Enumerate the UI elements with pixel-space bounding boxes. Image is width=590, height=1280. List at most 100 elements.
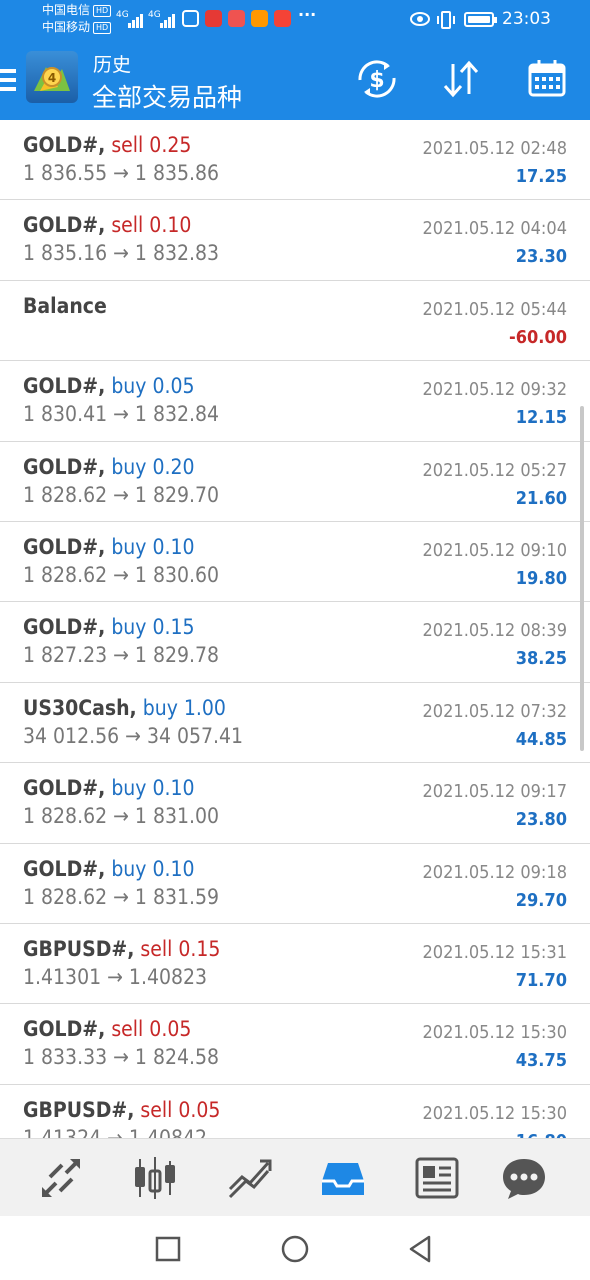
trade-row[interactable]: GBPUSD#, sell 0.15 1.41301 → 1.40823 2021.… <box>0 924 590 1005</box>
trade-direction: sell <box>140 1097 173 1122</box>
symbol-name: US30Cash, <box>23 695 137 720</box>
trade-prices: 1 828.62 → 1 830.60 <box>23 562 220 587</box>
trade-direction: buy <box>111 615 147 640</box>
trade-direction: buy <box>111 856 147 881</box>
book-app-icon <box>205 10 222 27</box>
trade-date: 2021.05.12 09:17 <box>422 781 568 803</box>
symbol-filter[interactable]: 全部交易品种 <box>92 78 242 114</box>
trade-profit: 71.70 <box>515 969 567 991</box>
trade-prices: 1 828.62 → 1 829.70 <box>23 482 220 507</box>
trade-row[interactable]: GOLD#, buy 0.15 1 827.23 → 1 829.78 2021.0… <box>0 602 590 683</box>
trade-side: buy 0.20 <box>105 455 194 479</box>
trade-row[interactable]: GOLD#, sell 0.05 1 833.33 → 1 824.58 2021.… <box>0 1004 590 1085</box>
trade-volume: 0.10 <box>152 856 195 881</box>
trade-profit: 16.80 <box>516 1131 567 1138</box>
carrier-2: 中国移动 <box>42 20 91 34</box>
chart-icon[interactable] <box>130 1153 180 1203</box>
calendar-icon[interactable] <box>524 56 570 102</box>
clock: 23:03 <box>502 9 551 29</box>
trade-side: sell 0.15 <box>134 937 220 961</box>
trade-row[interactable]: Balance 2021.05.12 05:44 -60.00 <box>0 281 590 362</box>
trade-side: sell 0.05 <box>134 1098 220 1122</box>
trade-symbol: GBPUSD#, sell 0.05 <box>23 1098 220 1122</box>
carrier-1: 中国电信 <box>42 3 91 17</box>
scrollbar[interactable] <box>580 406 584 751</box>
trade-profit: 29.70 <box>515 889 567 911</box>
symbol-name: GOLD#, <box>23 856 106 881</box>
trade-prices: 34 012.56 → 34 057.41 <box>23 723 244 748</box>
home-icon[interactable] <box>280 1234 310 1264</box>
trade-row[interactable]: GOLD#, buy 0.05 1 830.41 → 1 832.84 2021.0… <box>0 361 590 442</box>
hd-badge: HD <box>93 5 112 17</box>
trade-volume: 0.15 <box>152 615 195 640</box>
history-icon[interactable] <box>318 1153 368 1203</box>
trade-direction: buy <box>111 534 147 559</box>
eye-comfort-icon <box>410 12 430 26</box>
svg-text:4: 4 <box>48 71 56 85</box>
back-icon[interactable] <box>405 1234 435 1264</box>
trade-date: 2021.05.12 08:39 <box>422 620 568 642</box>
trade-side: buy 0.10 <box>105 776 194 800</box>
symbol-name: GOLD#, <box>23 534 106 559</box>
trade-date: 2021.05.12 04:04 <box>422 218 568 240</box>
currency-exchange-icon[interactable]: $ <box>354 56 400 102</box>
trade-row[interactable]: US30Cash, buy 1.00 34 012.56 → 34 057.41 2… <box>0 683 590 764</box>
sort-icon[interactable] <box>438 56 484 102</box>
trade-direction: sell <box>111 213 144 238</box>
trade-volume: 1.00 <box>183 695 226 720</box>
trade-date: 2021.05.12 05:27 <box>422 459 568 481</box>
trade-prices: 1 830.41 → 1 832.84 <box>23 402 220 427</box>
trade-prices: 1 828.62 → 1 831.59 <box>23 884 220 909</box>
trade-side: buy 0.10 <box>105 857 194 881</box>
hd-badge: HD <box>93 22 112 34</box>
metatrader-logo[interactable]: 4 <box>26 51 78 103</box>
trade-prices: 1 828.62 → 1 831.00 <box>23 804 220 829</box>
trade-date: 2021.05.12 09:10 <box>422 539 568 561</box>
trade-profit: 23.30 <box>515 246 567 268</box>
trade-side: sell 0.10 <box>105 213 191 237</box>
status-bar: 中国电信 HD 中国移动 HD 4G 4G ··· 23:03 <box>0 0 590 42</box>
carrier-info: 中国电信 HD 中国移动 HD <box>42 2 112 36</box>
recent-apps-icon[interactable] <box>153 1234 183 1264</box>
news-icon[interactable] <box>412 1153 462 1203</box>
trade-row[interactable]: GOLD#, sell 0.25 1 836.55 → 1 835.86 2021.… <box>0 120 590 201</box>
more-notifications-icon: ··· <box>298 5 317 24</box>
symbol-name: GBPUSD#, <box>23 1097 135 1122</box>
trade-side: buy 0.05 <box>105 374 194 398</box>
trade-volume: 0.10 <box>152 534 195 559</box>
trade-prices: 1 835.16 → 1 832.83 <box>23 241 220 266</box>
trade-direction: buy <box>142 695 178 720</box>
trade-profit: 38.25 <box>515 648 567 670</box>
network-type: 4G <box>148 10 161 20</box>
network-type: 4G <box>116 10 129 20</box>
trade-date: 2021.05.12 15:31 <box>422 941 568 963</box>
trade-row[interactable]: GOLD#, buy 0.10 1 828.62 → 1 831.00 2021.0… <box>0 763 590 844</box>
symbol-name: GOLD#, <box>23 776 106 801</box>
menu-icon[interactable] <box>0 69 16 91</box>
history-list[interactable]: GOLD#, sell 0.25 1 836.55 → 1 835.86 2021.… <box>0 120 590 1138</box>
trade-date: 2021.05.12 02:48 <box>422 138 568 159</box>
chat-icon[interactable] <box>499 1153 549 1203</box>
svg-text:$: $ <box>369 68 384 93</box>
trade-volume: 0.05 <box>149 1017 192 1042</box>
trade-prices: 1 836.55 → 1 835.86 <box>23 161 220 185</box>
trade-row[interactable]: GOLD#, sell 0.10 1 835.16 → 1 832.83 2021.… <box>0 200 590 281</box>
trade-side: buy 1.00 <box>137 696 226 720</box>
trade-icon[interactable] <box>224 1153 274 1203</box>
quotes-icon[interactable] <box>36 1153 86 1203</box>
trade-direction: buy <box>111 374 147 399</box>
trade-direction: sell <box>111 1017 144 1042</box>
trade-row[interactable]: GOLD#, buy 0.10 1 828.62 → 1 831.59 2021.0… <box>0 844 590 924</box>
trade-row[interactable]: GBPUSD#, sell 0.05 1.41324 → 1.40842 2021.… <box>0 1085 590 1138</box>
trade-row[interactable]: GOLD#, buy 0.20 1 828.62 → 1 829.70 2021.0… <box>0 442 590 522</box>
trade-volume: 0.15 <box>178 936 221 961</box>
video-icon <box>182 10 199 27</box>
trade-volume: 0.05 <box>178 1097 221 1122</box>
trade-volume: 0.25 <box>149 133 192 157</box>
symbol-name: Balance <box>23 293 107 318</box>
trade-volume: 0.20 <box>152 454 195 479</box>
trade-side: buy 0.10 <box>105 535 194 559</box>
trade-direction: sell <box>140 936 173 961</box>
trade-row[interactable]: GOLD#, buy 0.10 1 828.62 → 1 830.60 2021.0… <box>0 522 590 603</box>
trade-profit: 43.75 <box>515 1050 567 1072</box>
